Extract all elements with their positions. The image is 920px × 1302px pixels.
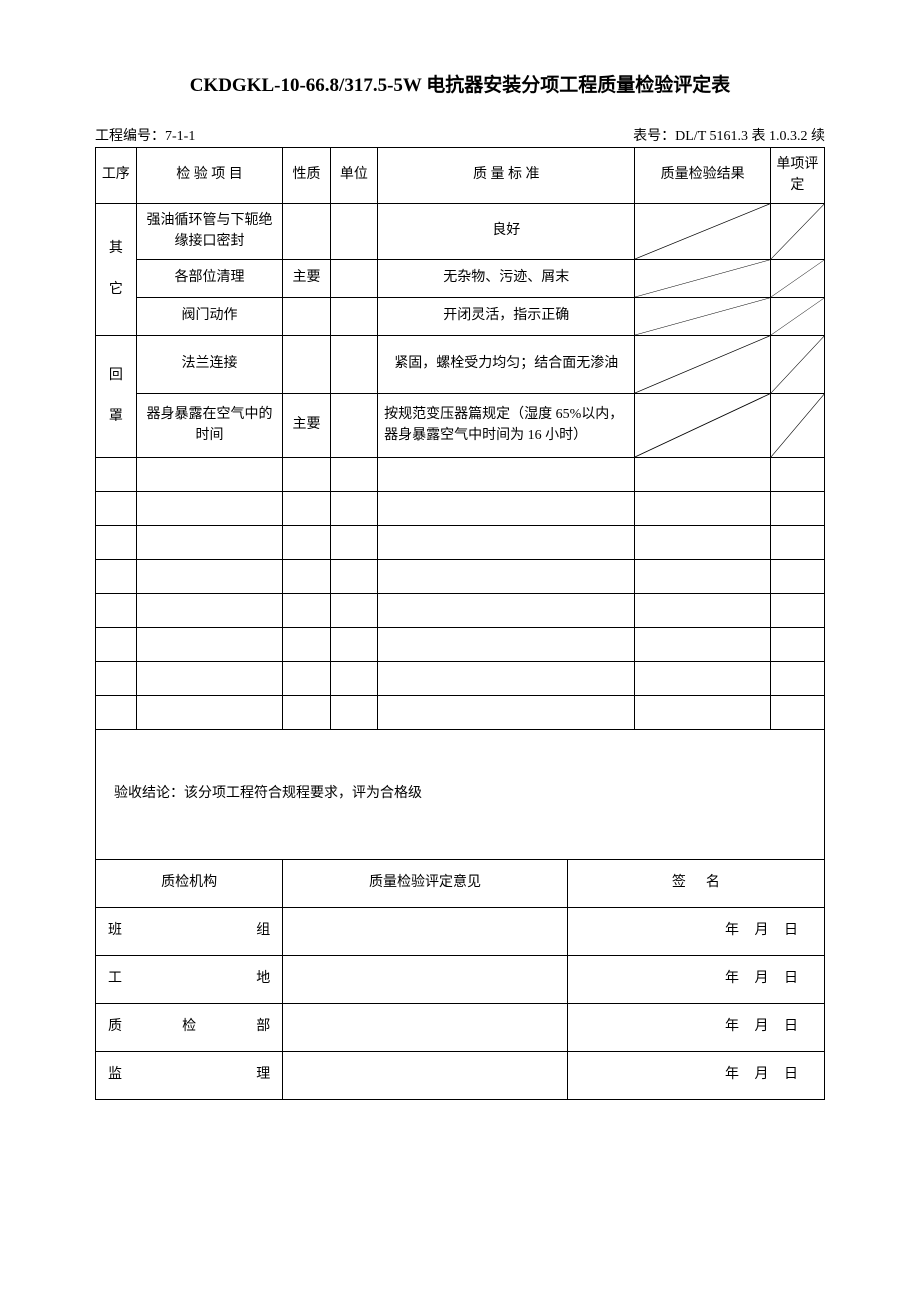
conclusion-row: 验收结论：该分项工程符合规程要求，评为合格级 xyxy=(96,730,825,860)
footer-opinion-cell xyxy=(283,956,567,1004)
table-row xyxy=(96,492,825,526)
footer-sign-header: 签名 xyxy=(567,860,824,908)
table-row: 回 罩 法兰连接 紧固，螺栓受力均匀；结合面无渗油 xyxy=(96,336,825,394)
table-row: 各部位清理 主要 无杂物、污迹、屑末 xyxy=(96,260,825,298)
footer-date: 年 月 日 xyxy=(567,1004,824,1052)
nature-cell xyxy=(283,298,330,336)
hdr-seq: 工序 xyxy=(96,148,137,204)
footer-row: 班 组 年 月 日 xyxy=(96,908,825,956)
footer-date: 年 月 日 xyxy=(567,1052,824,1100)
eval-cell xyxy=(770,336,824,394)
unit-cell xyxy=(330,260,377,298)
table-row xyxy=(96,458,825,492)
footer-opinion-header: 质量检验评定意见 xyxy=(283,860,567,908)
footer-role: 工 地 xyxy=(96,956,283,1004)
nature-cell xyxy=(283,204,330,260)
nature-cell: 主要 xyxy=(283,394,330,458)
eval-cell xyxy=(770,298,824,336)
table-row xyxy=(96,628,825,662)
eval-cell xyxy=(770,260,824,298)
table-row xyxy=(96,662,825,696)
project-number: 工程编号：7-1-1 xyxy=(95,125,387,145)
footer-date: 年 月 日 xyxy=(567,908,824,956)
table-row xyxy=(96,560,825,594)
table-row: 其 它 强油循环管与下轭绝缘接口密封 良好 xyxy=(96,204,825,260)
nature-cell xyxy=(283,336,330,394)
meta-mid xyxy=(387,125,533,145)
conclusion-text: 验收结论：该分项工程符合规程要求，评为合格级 xyxy=(96,730,825,860)
result-cell xyxy=(635,204,770,260)
footer-role: 班 组 xyxy=(96,908,283,956)
footer-opinion-cell xyxy=(283,1004,567,1052)
hdr-eval: 单项评定 xyxy=(770,148,824,204)
result-cell xyxy=(635,260,770,298)
result-cell xyxy=(635,394,770,458)
footer-date: 年 月 日 xyxy=(567,956,824,1004)
section-name: 回 罩 xyxy=(96,336,137,458)
standard-cell: 无杂物、污迹、屑末 xyxy=(378,260,635,298)
hdr-standard: 质 量 标 准 xyxy=(378,148,635,204)
standard-cell: 紧固，螺栓受力均匀；结合面无渗油 xyxy=(378,336,635,394)
unit-cell xyxy=(330,204,377,260)
eval-cell xyxy=(770,394,824,458)
form-number: 表号：DL/T 5161.3 表 1.0.3.2 续 xyxy=(533,125,825,145)
result-cell xyxy=(635,298,770,336)
standard-cell: 按规范变压器篇规定（湿度 65%以内，器身暴露空气中时间为 16 小时） xyxy=(378,394,635,458)
table-row xyxy=(96,696,825,730)
hdr-result: 质量检验结果 xyxy=(635,148,770,204)
document-title: CKDGKL-10-66.8/317.5-5W 电抗器安装分项工程质量检验评定表 xyxy=(95,70,825,97)
standard-cell: 良好 xyxy=(378,204,635,260)
table-row: 器身暴露在空气中的时间 主要 按规范变压器篇规定（湿度 65%以内，器身暴露空气… xyxy=(96,394,825,458)
table-header-row: 工序 检 验 项 目 性质 单位 质 量 标 准 质量检验结果 单项评定 xyxy=(96,148,825,204)
hdr-nature: 性质 xyxy=(283,148,330,204)
item-cell: 法兰连接 xyxy=(136,336,283,394)
item-cell: 强油循环管与下轭绝缘接口密封 xyxy=(136,204,283,260)
footer-row: 监 理 年 月 日 xyxy=(96,1052,825,1100)
unit-cell xyxy=(330,298,377,336)
section-name: 其 它 xyxy=(96,204,137,336)
unit-cell xyxy=(330,394,377,458)
unit-cell xyxy=(330,336,377,394)
footer-row: 工 地 年 月 日 xyxy=(96,956,825,1004)
footer-row: 质 检 部 年 月 日 xyxy=(96,1004,825,1052)
hdr-unit: 单位 xyxy=(330,148,377,204)
inspection-table: 工序 检 验 项 目 性质 单位 质 量 标 准 质量检验结果 单项评定 其 它… xyxy=(95,147,825,1100)
nature-cell: 主要 xyxy=(283,260,330,298)
item-cell: 阀门动作 xyxy=(136,298,283,336)
standard-cell: 开闭灵活，指示正确 xyxy=(378,298,635,336)
footer-org-header: 质检机构 xyxy=(96,860,283,908)
footer-role: 监 理 xyxy=(96,1052,283,1100)
result-cell xyxy=(635,336,770,394)
footer-role: 质 检 部 xyxy=(96,1004,283,1052)
footer-opinion-cell xyxy=(283,908,567,956)
table-row xyxy=(96,594,825,628)
footer-opinion-cell xyxy=(283,1052,567,1100)
item-cell: 器身暴露在空气中的时间 xyxy=(136,394,283,458)
footer-header-row: 质检机构 质量检验评定意见 签名 xyxy=(96,860,825,908)
item-cell: 各部位清理 xyxy=(136,260,283,298)
eval-cell xyxy=(770,204,824,260)
table-row xyxy=(96,526,825,560)
hdr-item: 检 验 项 目 xyxy=(136,148,283,204)
meta-row: 工程编号：7-1-1 表号：DL/T 5161.3 表 1.0.3.2 续 xyxy=(95,125,825,145)
table-row: 阀门动作 开闭灵活，指示正确 xyxy=(96,298,825,336)
